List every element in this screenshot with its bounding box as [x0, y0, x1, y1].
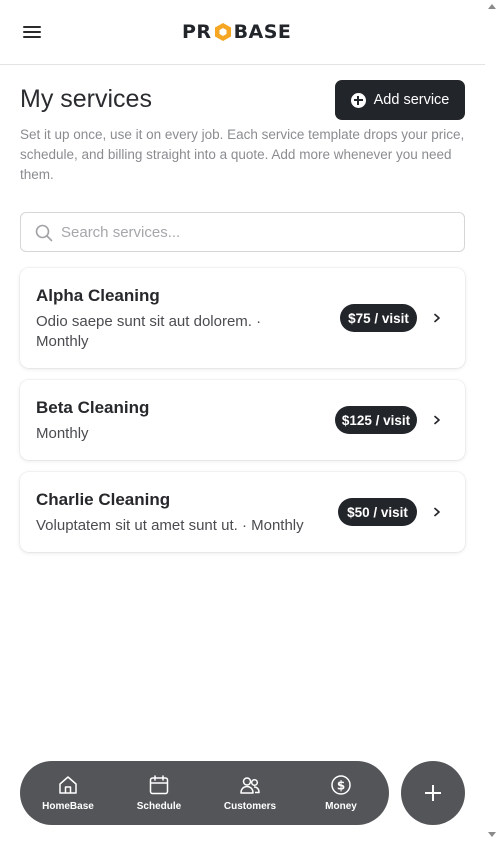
plus-circle-icon [350, 92, 366, 108]
logo-text-left: PR [182, 21, 212, 43]
nav-item-schedule[interactable]: Schedule [123, 761, 195, 825]
nav-item-homebase[interactable]: HomeBase [32, 761, 104, 825]
service-card[interactable]: Beta Cleaning Monthly $125 / visit [20, 380, 465, 460]
service-name: Beta Cleaning [36, 398, 150, 417]
price-badge: $75 / visit [340, 304, 417, 332]
hamburger-menu-icon[interactable] [20, 20, 44, 44]
service-name: Alpha Cleaning [36, 286, 160, 305]
svg-text:$: $ [337, 779, 345, 793]
service-subtitle: Voluptatem sit ut amet sunt ut. · Monthl… [36, 517, 304, 534]
price-badge: $125 / visit [335, 406, 417, 434]
logo-hexagon-icon [214, 23, 231, 41]
chevron-right-icon [434, 415, 440, 425]
price-badge: $50 / visit [338, 498, 417, 526]
nav-label-customers: Customers [223, 801, 277, 812]
nav-item-money[interactable]: $ Money [305, 761, 377, 825]
nav-label-homebase: HomeBase [42, 801, 94, 812]
services-page: PR BASE My services Add service Set it u… [0, 0, 485, 845]
service-name: Charlie Cleaning [36, 490, 171, 509]
add-service-button[interactable]: Add service [335, 80, 465, 120]
page-scrollbar[interactable] [485, 0, 500, 845]
logo-text-right: BASE [233, 21, 292, 43]
users-icon [240, 777, 260, 794]
service-subtitle: Monthly [36, 425, 89, 442]
search-input[interactable] [61, 213, 456, 251]
calendar-icon [149, 775, 169, 795]
add-plus-fab-button[interactable] [401, 761, 465, 825]
page-title: My services [20, 85, 152, 113]
scroll-down-arrow-icon[interactable] [488, 832, 496, 837]
service-card[interactable]: Alpha Cleaning Odio saepe sunt sit aut d… [20, 268, 465, 368]
nav-item-customers[interactable]: Customers [214, 761, 286, 825]
dollar-icon: $ [331, 775, 351, 795]
add-service-label: Add service [373, 92, 450, 108]
page-description: Set it up once, use it on every job. Eac… [20, 127, 465, 182]
probase-logo[interactable]: PR BASE [182, 20, 291, 44]
search-icon [35, 224, 53, 242]
home-icon [59, 776, 77, 794]
search-box [20, 212, 465, 252]
scroll-up-arrow-icon[interactable] [488, 4, 496, 9]
service-subtitle: Odio saepe sunt sit aut dolorem. · Month… [36, 313, 262, 350]
nav-label-money: Money [325, 801, 357, 812]
nav-label-schedule: Schedule [136, 801, 182, 812]
chevron-right-icon [434, 313, 440, 323]
bottom-navigation: HomeBase Schedule Customers $ Money [20, 761, 389, 825]
top-bar: PR BASE [0, 0, 485, 65]
service-card[interactable]: Charlie Cleaning Voluptatem sit ut amet … [20, 472, 465, 552]
chevron-right-icon [434, 507, 440, 517]
